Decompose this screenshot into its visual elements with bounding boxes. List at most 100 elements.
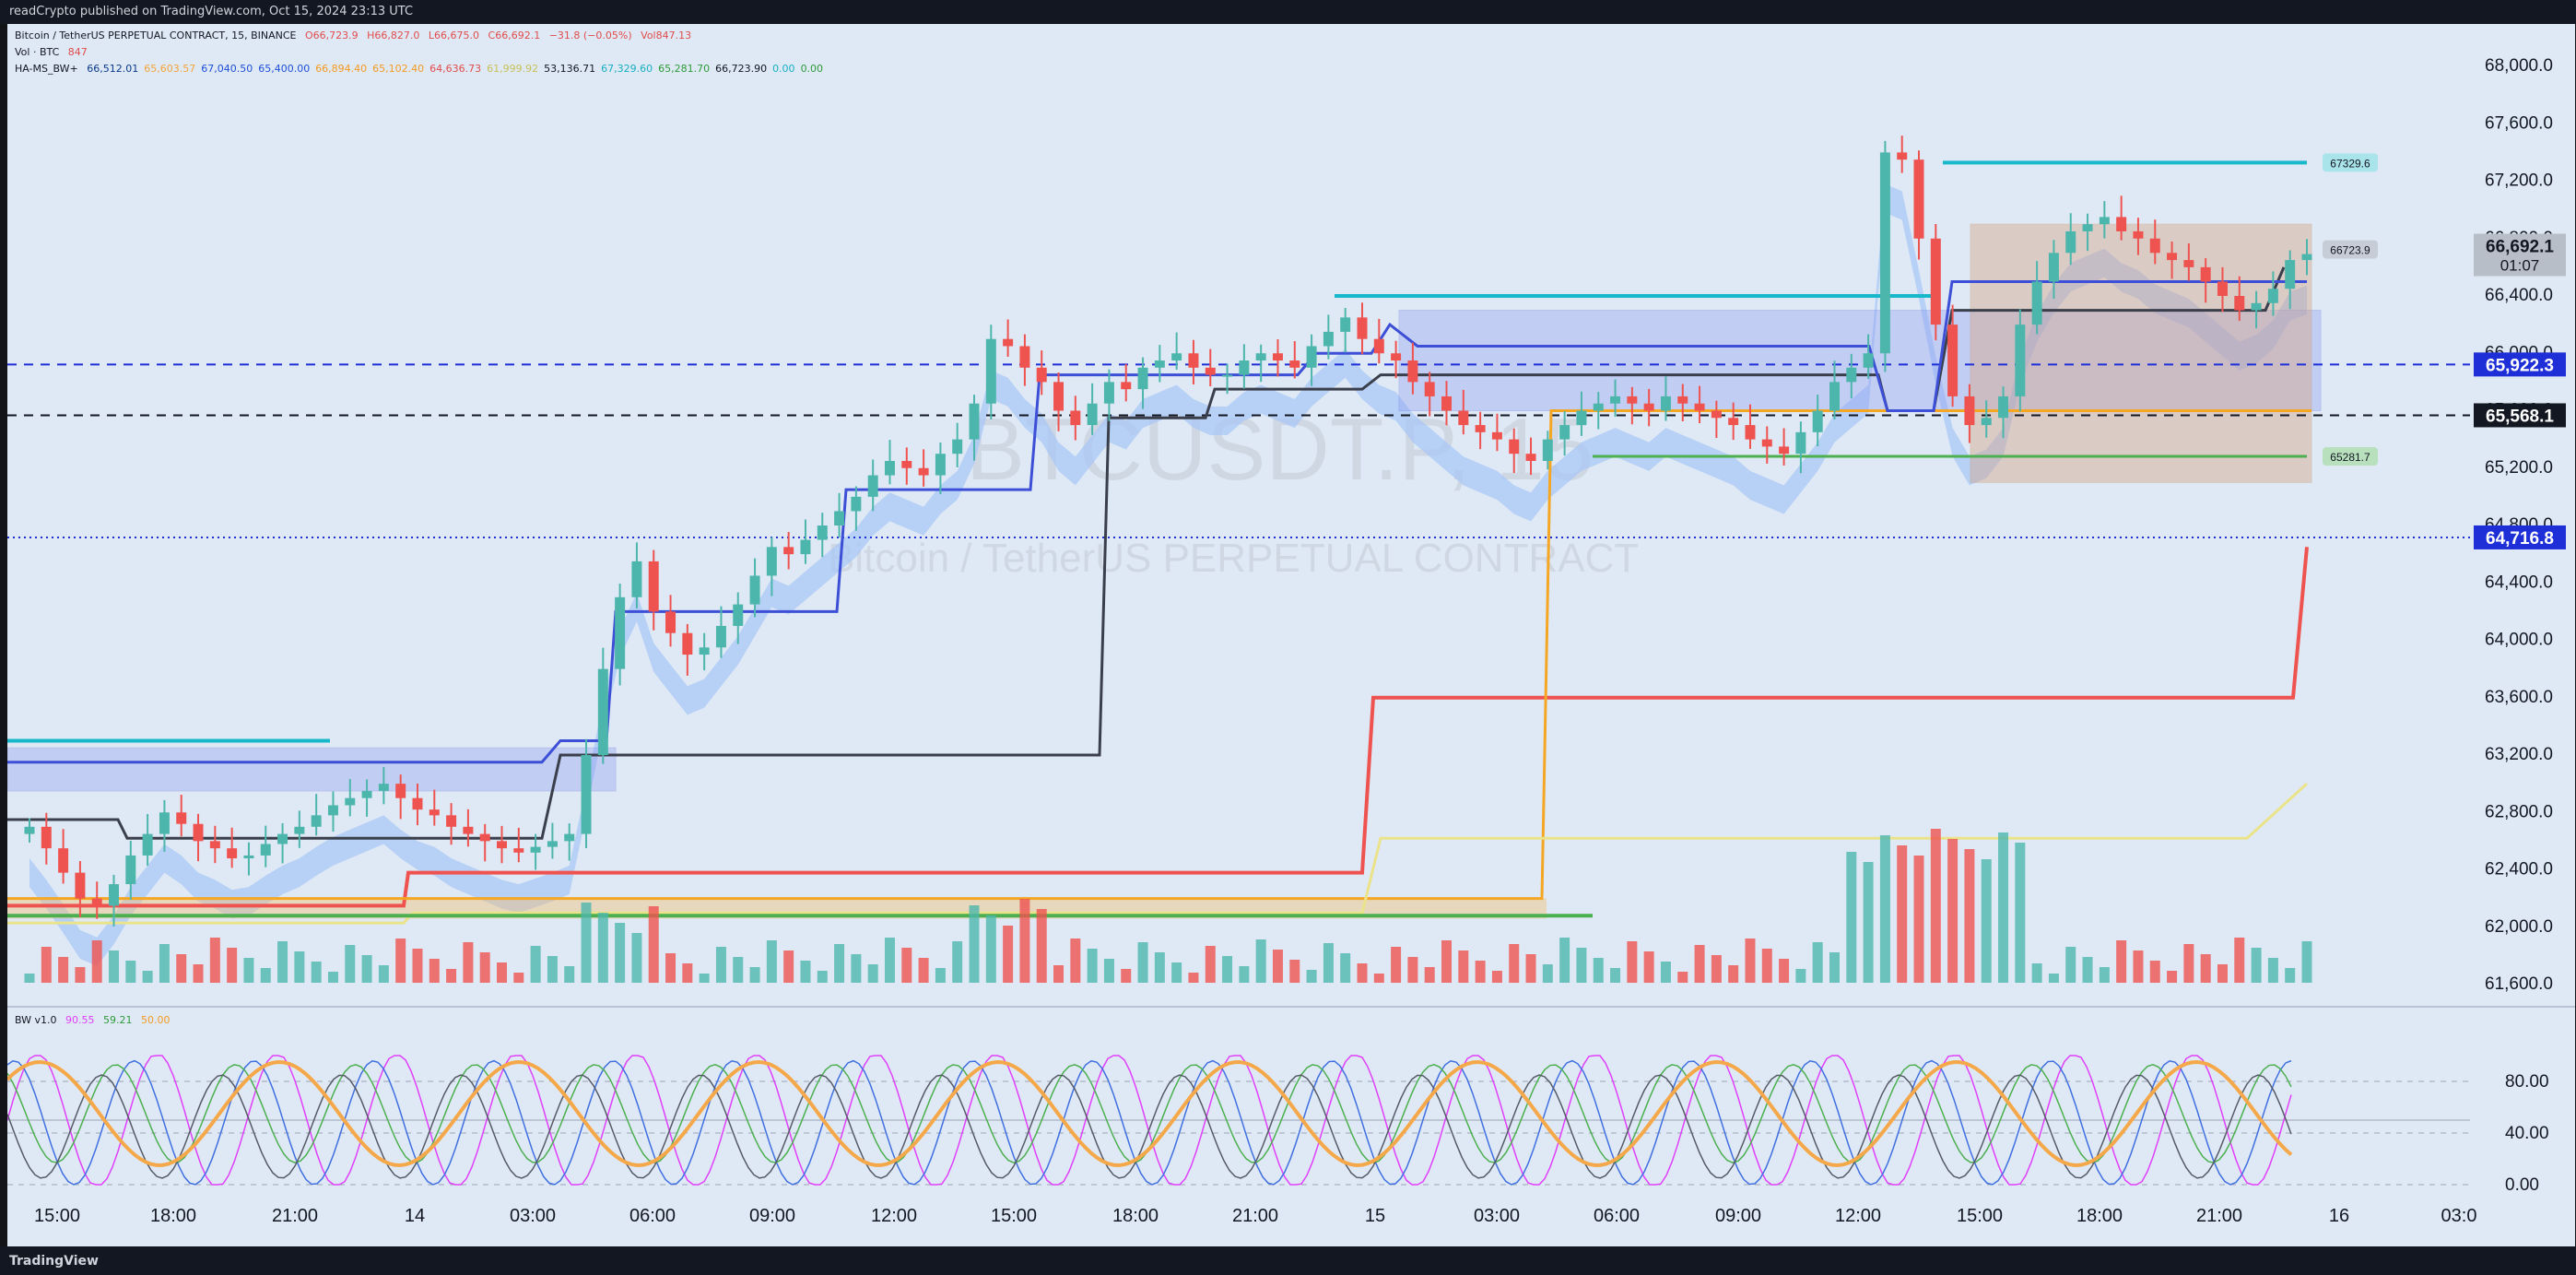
volume-bar — [952, 941, 963, 983]
candle-body — [243, 855, 254, 859]
legend-indicator-value-13: 0.00 — [800, 63, 824, 75]
chart-frame[interactable]: BTCUSDT.P, 15 Bitcoin / TetherUS PERPETUA… — [7, 24, 2575, 1246]
volume-bar — [1846, 852, 1857, 983]
volume-bar — [851, 954, 862, 983]
candle-body — [1610, 395, 1621, 404]
volume-bar — [901, 948, 912, 983]
volume-bar — [800, 961, 811, 983]
volume-bar — [1070, 939, 1081, 983]
candle-body — [1255, 353, 1266, 361]
candle-body — [2183, 260, 2194, 267]
osc-value-3: 50.00 — [141, 1014, 171, 1026]
volume-bar — [2183, 944, 2194, 983]
candle-body — [1812, 410, 1823, 432]
volume-bar — [1357, 963, 1368, 983]
candle-body — [159, 812, 170, 834]
publish-note: readCrypto published on TradingView.com,… — [9, 5, 414, 18]
time-axis-label: 15:00 — [34, 1206, 80, 1226]
legend-indicator-value-11: 66,723.90 — [715, 63, 768, 75]
candle-body — [2167, 253, 2178, 261]
candle-body — [867, 475, 878, 497]
candle-body — [345, 797, 356, 806]
osc-tick-label: 40.00 — [2505, 1124, 2549, 1143]
volume-bar — [1222, 956, 1233, 983]
candle-body — [142, 833, 153, 856]
legend-vol-value: 847 — [67, 46, 88, 58]
candle-body — [1019, 346, 1030, 368]
volume-bar — [378, 965, 389, 983]
candle-body — [1188, 353, 1199, 368]
candle-body — [1897, 152, 1908, 160]
volume-bar — [1121, 969, 1132, 983]
candle-body — [2099, 217, 2110, 225]
candle-body — [1981, 418, 1992, 426]
candle-body — [564, 833, 575, 842]
volume-bar — [2048, 974, 2059, 983]
candle-body — [260, 844, 271, 856]
countdown-label: 01:07 — [2500, 257, 2540, 275]
price-tick-label: 61,600.0 — [2485, 974, 2553, 994]
footer-bar: TradingView — [0, 1246, 2576, 1275]
volume-bar — [1475, 961, 1486, 983]
candle-body — [1087, 403, 1098, 426]
candle-body — [1542, 439, 1553, 461]
time-axis-label: 12:00 — [871, 1206, 917, 1226]
price-tick-label: 64,000.0 — [2485, 631, 2553, 650]
candle-body — [665, 611, 676, 633]
volume-bar — [1036, 909, 1047, 983]
candle-body — [1373, 338, 1384, 354]
candle-body — [2217, 281, 2228, 296]
candle-body — [1003, 338, 1014, 347]
candle-body — [1677, 395, 1688, 404]
volume-bar — [1205, 946, 1216, 983]
volume-bar — [1003, 926, 1014, 983]
legend-low: L66,675.0 — [428, 30, 480, 41]
volume-bar — [41, 947, 52, 983]
candle-body — [327, 805, 338, 816]
volume-bar — [564, 966, 575, 983]
candle-body — [851, 496, 862, 512]
candle-body — [75, 872, 86, 899]
candle-body — [615, 596, 626, 669]
volume-bar — [260, 968, 271, 983]
candle-body — [1137, 367, 1148, 390]
osc-value-2: 59.21 — [103, 1014, 133, 1026]
volume-bar — [2267, 958, 2278, 983]
price-tick-label: 62,800.0 — [2485, 802, 2553, 821]
volume-bar — [1812, 942, 1823, 983]
volume-bar — [311, 962, 322, 983]
candle-body — [2200, 266, 2211, 282]
candle-body — [800, 539, 811, 555]
candle-body — [969, 403, 980, 440]
candle-body — [2301, 254, 2312, 261]
price-tick-label: 64,400.0 — [2485, 573, 2553, 592]
candle-body — [1306, 346, 1317, 368]
volume-bar — [109, 950, 120, 983]
candle-body — [412, 797, 423, 810]
volume-bar — [715, 947, 726, 983]
volume-bar — [227, 948, 238, 983]
candle-body — [1660, 395, 1671, 411]
volume-bar — [2065, 947, 2076, 983]
legend-indicator-value-2: 67,040.50 — [201, 63, 253, 75]
volume-bar — [2200, 954, 2211, 983]
legend-indicator-value-8: 53,136.71 — [544, 63, 596, 75]
volume-bar — [1053, 965, 1065, 983]
volume-bar — [1964, 849, 1975, 983]
candle-body — [311, 815, 322, 827]
volume-bar — [2251, 948, 2262, 983]
price-tick-label: 63,200.0 — [2485, 745, 2553, 764]
volume-bar — [1745, 939, 1756, 983]
price-label-blue: 65,922.3 — [2486, 356, 2554, 375]
legend-change: −31.8 (−0.05%) — [548, 30, 632, 41]
price-chart[interactable]: BTCUSDT.P, 15Bitcoin / TetherUS PERPETUA… — [7, 24, 2575, 1246]
osc-value-1: 90.55 — [65, 1014, 95, 1026]
candle-body — [1913, 159, 1924, 239]
volume-bar — [327, 972, 338, 983]
time-axis-label: 15:00 — [991, 1206, 1037, 1226]
volume-bar — [817, 971, 828, 983]
volume-bar — [665, 953, 676, 983]
volume-bar — [1289, 960, 1300, 983]
candle-body — [901, 460, 912, 468]
volume-bar — [1660, 962, 1671, 983]
